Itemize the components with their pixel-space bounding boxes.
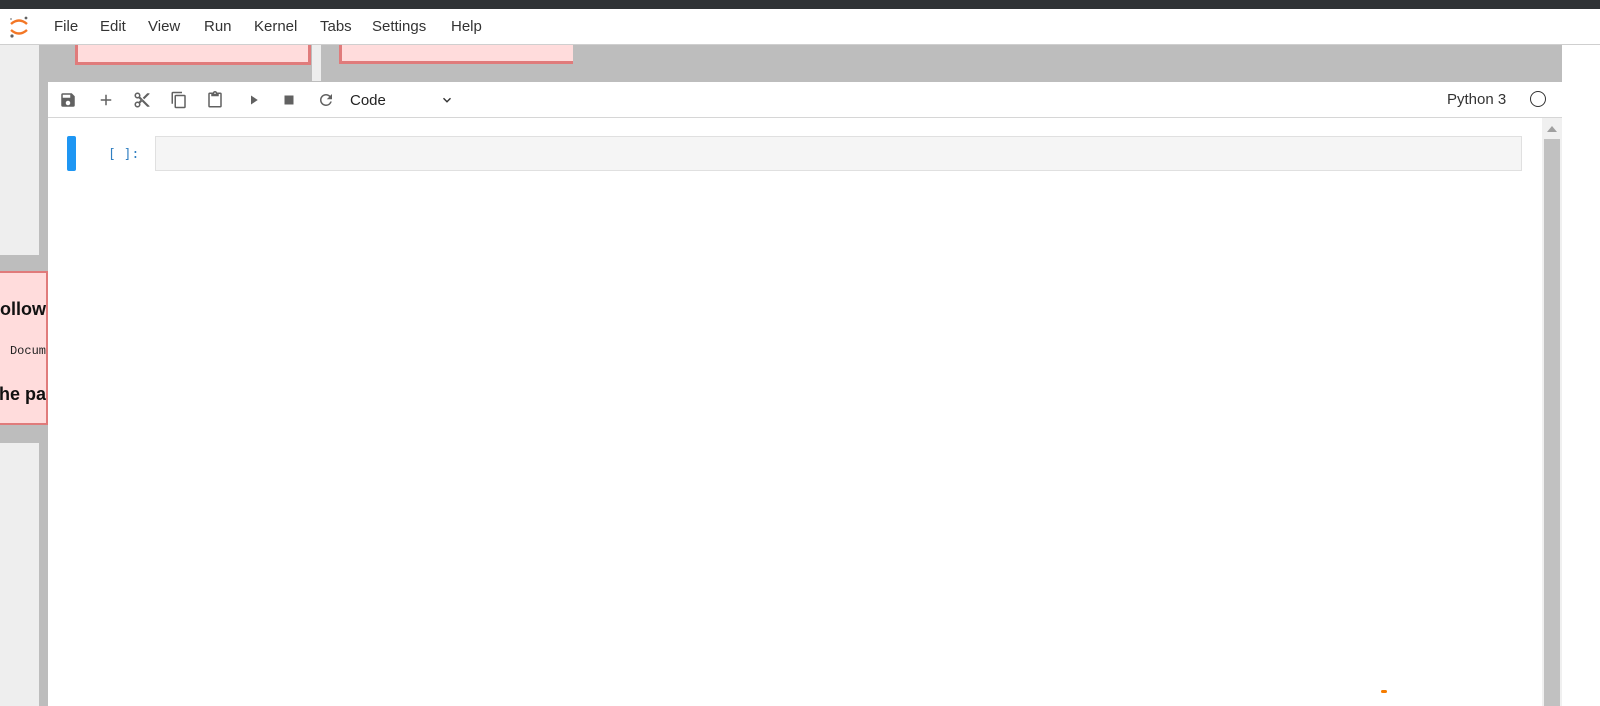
kernel-name[interactable]: Python 3 <box>1447 91 1506 108</box>
left-card-code-text: Docum <box>9 344 46 358</box>
copy-icon <box>171 91 186 109</box>
window-top-strip <box>0 0 1600 9</box>
top-output-card-2 <box>339 45 573 64</box>
left-panel-background-lower <box>0 443 39 706</box>
save-icon <box>61 93 75 107</box>
scroll-up-arrow[interactable] <box>1542 120 1562 138</box>
cut-icon <box>134 92 150 108</box>
restart-icon <box>320 94 332 106</box>
menu-view[interactable]: View <box>148 18 180 35</box>
stop-icon <box>284 95 294 105</box>
code-cell-input[interactable] <box>155 136 1522 171</box>
left-card-subheading: the pa <box>0 384 46 404</box>
scrollbar-thumb[interactable] <box>1544 139 1560 706</box>
cell-active-indicator[interactable] <box>67 136 76 171</box>
top-output-card-1 <box>75 45 311 65</box>
kernel-status-idle-icon <box>1530 91 1546 107</box>
menu-kernel[interactable]: Kernel <box>254 18 297 35</box>
right-gutter <box>1562 45 1600 706</box>
menu-settings[interactable]: Settings <box>372 18 426 35</box>
cell-prompt: [ ]: <box>108 147 140 162</box>
menu-run[interactable]: Run <box>204 18 232 35</box>
menu-help[interactable]: Help <box>451 18 482 35</box>
panel-divider[interactable] <box>312 45 321 81</box>
left-card-heading: ollow <box>0 299 46 319</box>
left-output-card: ollow Docum the pa <box>0 271 48 425</box>
menu-edit[interactable]: Edit <box>100 18 126 35</box>
paste-icon <box>208 91 222 108</box>
run-icon <box>251 95 258 105</box>
triangle-up-icon <box>1547 126 1557 132</box>
cut-button[interactable] <box>130 88 154 112</box>
notebook-panel: Code Python 3 [ ]: <box>48 82 1562 706</box>
notebook-cells: [ ]: <box>48 118 1542 706</box>
jupyter-logo-icon <box>8 15 30 39</box>
copy-button[interactable] <box>167 88 191 112</box>
add-cell-button[interactable] <box>94 88 118 112</box>
save-button[interactable] <box>56 88 80 112</box>
paste-button[interactable] <box>203 88 227 112</box>
add-icon <box>100 94 112 106</box>
run-cell-button[interactable] <box>242 88 266 112</box>
menu-tabs[interactable]: Tabs <box>320 18 352 35</box>
interrupt-kernel-button[interactable] <box>277 88 301 112</box>
cell-type-label: Code <box>350 91 386 109</box>
notebook-toolbar: Code Python 3 <box>48 82 1562 118</box>
menu-file[interactable]: File <box>54 18 78 35</box>
orange-marker <box>1381 690 1387 693</box>
left-panel-background <box>0 45 39 255</box>
menu-bar: File Edit View Run Kernel Tabs Settings … <box>0 9 1600 45</box>
chevron-down-icon <box>443 97 451 103</box>
cell-type-dropdown[interactable]: Code <box>350 88 454 112</box>
restart-kernel-button[interactable] <box>314 88 338 112</box>
